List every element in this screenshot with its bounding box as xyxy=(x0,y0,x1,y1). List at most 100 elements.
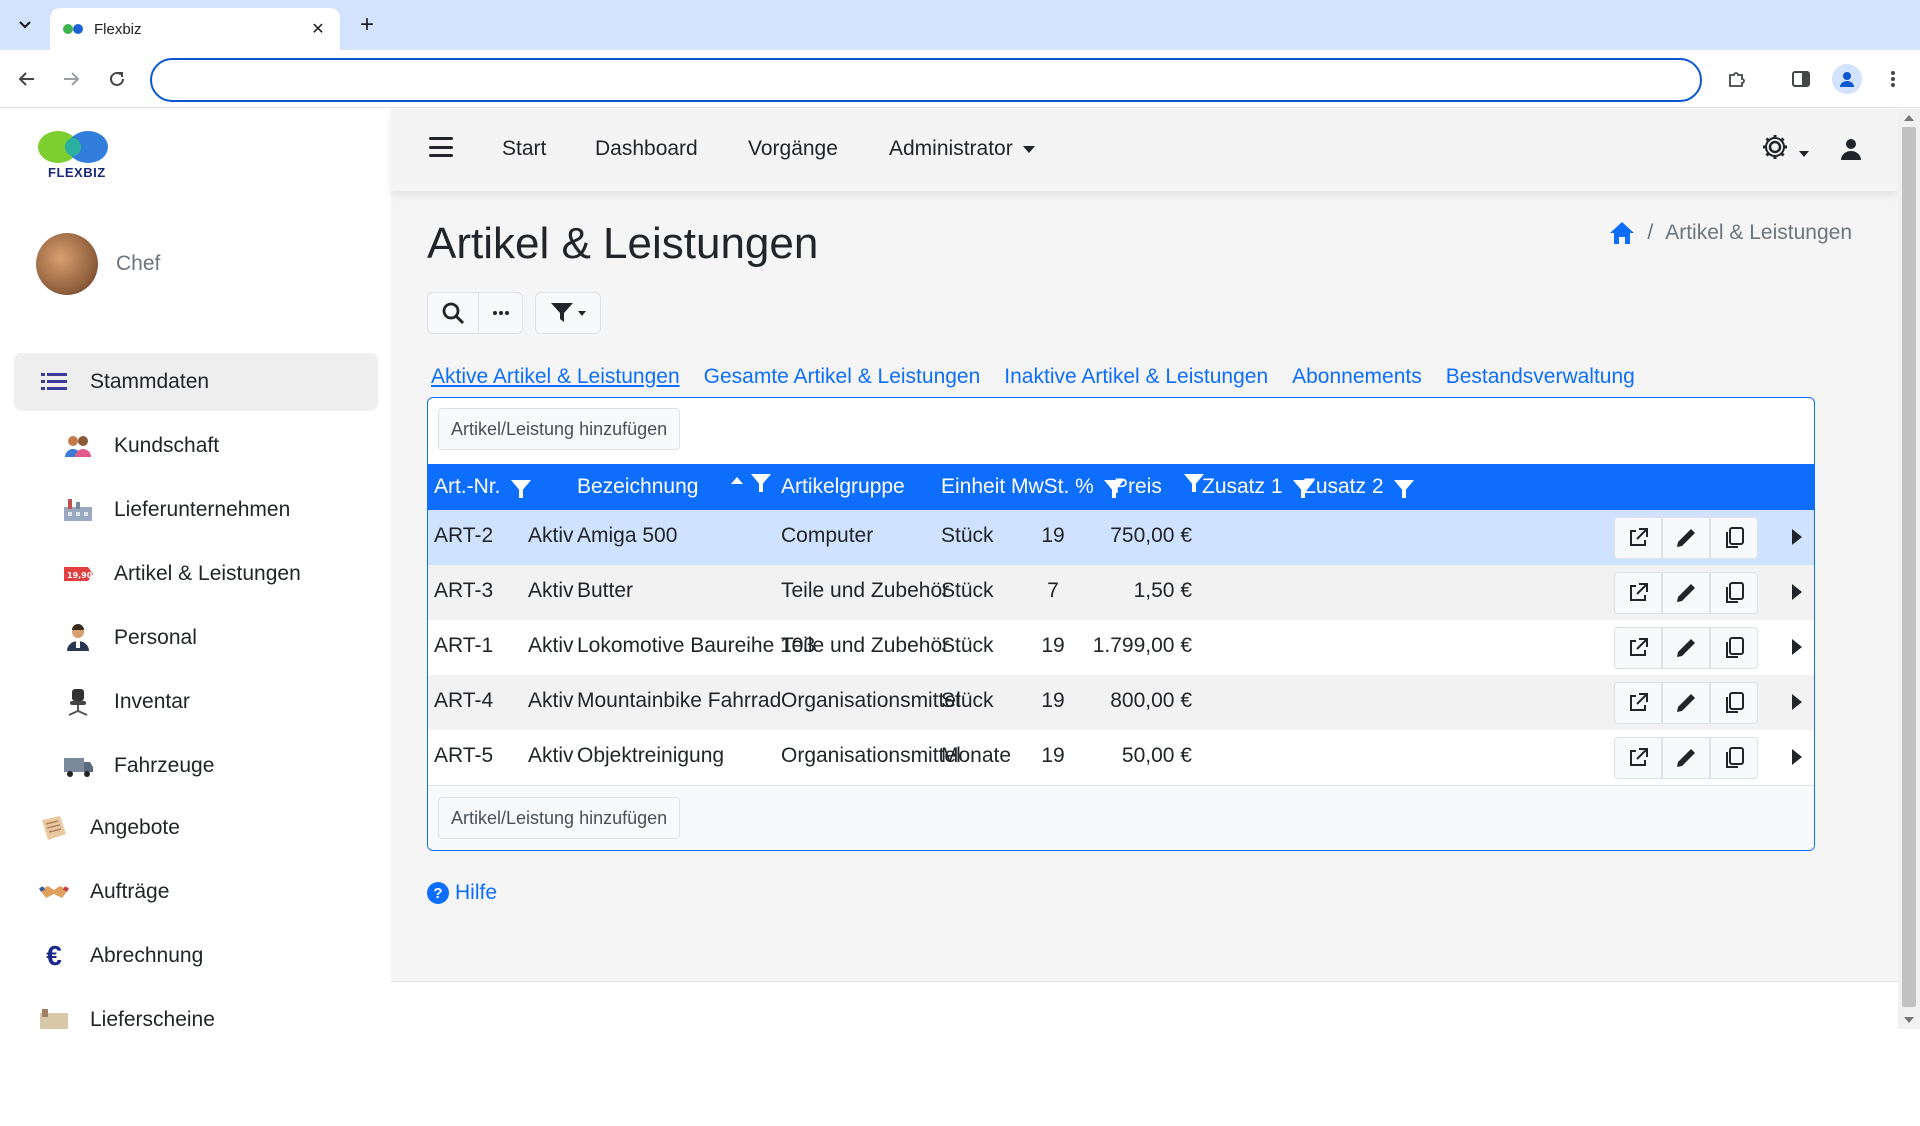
sidebar-item-stammdaten[interactable]: Stammdaten xyxy=(14,353,378,411)
open-button[interactable] xyxy=(1614,627,1662,669)
column-header-artnr[interactable]: Art.-Nr. xyxy=(434,475,531,499)
tab-aktive[interactable]: Aktive Artikel & Leistungen xyxy=(431,365,680,389)
filter-dropdown-button[interactable] xyxy=(535,292,601,334)
sidebar-item-lieferscheine[interactable]: Lieferscheine xyxy=(36,1005,215,1029)
scroll-up-icon[interactable] xyxy=(1904,115,1914,121)
nav-administrator[interactable]: Administrator xyxy=(889,137,1035,161)
settings-dropdown[interactable] xyxy=(1761,133,1809,168)
open-button[interactable] xyxy=(1614,572,1662,614)
column-header-artikelgruppe[interactable]: Artikelgruppe xyxy=(781,475,905,499)
tab-gesamte[interactable]: Gesamte Artikel & Leistungen xyxy=(704,365,981,389)
scrollbar-thumb[interactable] xyxy=(1902,127,1916,1007)
nav-dashboard[interactable]: Dashboard xyxy=(595,137,698,161)
puzzle-icon xyxy=(1729,72,1745,87)
browser-menu-button[interactable] xyxy=(1878,64,1908,94)
close-tab-icon[interactable]: ✕ xyxy=(308,19,328,39)
sidebar-item-personal[interactable]: Personal xyxy=(60,623,197,653)
page-scrollbar[interactable] xyxy=(1898,109,1920,1029)
sidebar-item-kundschaft[interactable]: Kundschaft xyxy=(60,431,219,461)
expand-row-icon[interactable] xyxy=(1792,639,1802,655)
table-row[interactable]: ART-5 Aktiv Objektreinigung Organisation… xyxy=(428,730,1814,785)
nav-vorgaenge[interactable]: Vorgänge xyxy=(748,137,838,161)
reload-button[interactable] xyxy=(102,64,132,94)
open-button[interactable] xyxy=(1614,517,1662,559)
question-circle-icon: ? xyxy=(427,882,449,904)
expand-row-icon[interactable] xyxy=(1792,749,1802,765)
cell-mwst: 19 xyxy=(1041,634,1065,657)
edit-button[interactable] xyxy=(1662,572,1710,614)
tab-search-button[interactable] xyxy=(10,10,40,40)
tab-bestandsverwaltung[interactable]: Bestandsverwaltung xyxy=(1446,365,1635,389)
column-header-zusatz2[interactable]: Zusatz 2 xyxy=(1303,475,1414,499)
column-header-einheit[interactable]: Einheit xyxy=(941,475,1005,499)
table-row[interactable]: ART-1 Aktiv Lokomotive Baureihe 103 Teil… xyxy=(428,620,1814,675)
tab-inaktive[interactable]: Inaktive Artikel & Leistungen xyxy=(1004,365,1268,389)
copy-button[interactable] xyxy=(1710,737,1758,779)
external-link-icon xyxy=(1630,528,1648,546)
profile-button[interactable] xyxy=(1832,64,1862,94)
expand-row-icon[interactable] xyxy=(1792,694,1802,710)
sidebar-item-label: Aufträge xyxy=(90,880,170,903)
new-tab-button[interactable]: + xyxy=(352,10,382,40)
open-button[interactable] xyxy=(1614,682,1662,724)
open-button[interactable] xyxy=(1614,737,1662,779)
copy-button[interactable] xyxy=(1710,627,1758,669)
column-header-zusatz1[interactable]: Zusatz 1 xyxy=(1202,475,1313,499)
help-link[interactable]: ? Hilfe xyxy=(427,881,497,905)
tab-abonnements[interactable]: Abonnements xyxy=(1292,365,1422,389)
add-article-button-bottom[interactable]: Artikel/Leistung hinzufügen xyxy=(438,797,681,839)
browser-tab[interactable]: Flexbiz ✕ xyxy=(50,8,340,50)
side-panel-button[interactable] xyxy=(1786,64,1816,94)
address-bar[interactable] xyxy=(150,58,1702,102)
sidebar: FLEXBIZ Chef Stammdaten Kundschaft Liefe… xyxy=(0,109,391,1029)
column-filter-preis[interactable] xyxy=(1174,474,1204,492)
expand-row-icon[interactable] xyxy=(1792,584,1802,600)
sidebar-item-abrechnung[interactable]: € Abrechnung xyxy=(36,940,203,971)
sidebar-item-angebote[interactable]: Angebote xyxy=(36,813,180,843)
cell-status: Aktiv xyxy=(528,579,574,602)
scroll-down-icon[interactable] xyxy=(1904,1017,1914,1023)
nav-start[interactable]: Start xyxy=(502,137,546,161)
sidebar-item-artikel[interactable]: 19,90 Artikel & Leistungen xyxy=(60,559,301,589)
user-icon[interactable] xyxy=(1839,137,1863,161)
office-chair-icon xyxy=(60,687,96,717)
expand-row-icon[interactable] xyxy=(1792,529,1802,545)
edit-button[interactable] xyxy=(1662,682,1710,724)
filter-icon[interactable] xyxy=(1393,480,1414,498)
copy-button[interactable] xyxy=(1710,517,1758,559)
help-label: Hilfe xyxy=(455,881,498,904)
search-button[interactable] xyxy=(427,292,479,334)
column-filter-bezeichnung[interactable] xyxy=(741,474,771,492)
hamburger-menu-icon[interactable] xyxy=(429,137,453,157)
filter-icon[interactable] xyxy=(1184,474,1204,492)
table-row[interactable]: ART-4 Aktiv Mountainbike Fahrrad Organis… xyxy=(428,675,1814,730)
sidebar-item-fahrzeuge[interactable]: Fahrzeuge xyxy=(60,751,214,781)
table-footer: Artikel/Leistung hinzufügen xyxy=(428,785,1814,850)
copy-button[interactable] xyxy=(1710,682,1758,724)
more-options-button[interactable] xyxy=(479,292,523,334)
forward-button[interactable] xyxy=(56,64,86,94)
sidebar-item-auftraege[interactable]: Aufträge xyxy=(36,877,169,907)
copy-icon xyxy=(1726,582,1744,603)
cell-preis: 750,00 € xyxy=(1110,524,1192,547)
home-icon[interactable] xyxy=(1609,221,1635,245)
sidebar-item-lieferunternehmen[interactable]: Lieferunternehmen xyxy=(60,495,290,525)
column-header-mwst[interactable]: MwSt. % xyxy=(1011,475,1124,499)
copy-button[interactable] xyxy=(1710,572,1758,614)
edit-button[interactable] xyxy=(1662,737,1710,779)
user-name: Chef xyxy=(116,252,161,275)
column-header-bezeichnung[interactable]: Bezeichnung xyxy=(577,475,698,499)
user-profile[interactable]: Chef xyxy=(36,233,160,295)
table-row[interactable]: ART-3 Aktiv Butter Teile und Zubehör Stü… xyxy=(428,565,1814,620)
add-article-button-top[interactable]: Artikel/Leistung hinzufügen xyxy=(438,408,681,450)
caret-down-icon xyxy=(1798,150,1809,157)
edit-button[interactable] xyxy=(1662,517,1710,559)
edit-button[interactable] xyxy=(1662,627,1710,669)
table-row[interactable]: ART-2 Aktiv Amiga 500 Computer Stück 19 … xyxy=(428,510,1814,565)
column-header-preis[interactable]: Preis xyxy=(1114,475,1162,499)
filter-icon[interactable] xyxy=(751,474,771,492)
back-button[interactable] xyxy=(12,64,42,94)
extensions-button[interactable] xyxy=(1722,64,1752,94)
filter-icon[interactable] xyxy=(510,480,531,498)
sidebar-item-inventar[interactable]: Inventar xyxy=(60,687,190,717)
